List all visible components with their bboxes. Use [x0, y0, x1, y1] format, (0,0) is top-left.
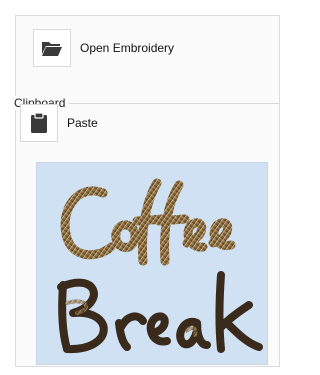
paste-button[interactable]: Paste — [20, 104, 98, 142]
open-embroidery-label: Open Embroidery — [80, 41, 175, 55]
coffee-break-artwork — [57, 178, 263, 354]
embroidery-preview — [36, 162, 268, 365]
open-embroidery-button[interactable]: Open Embroidery — [33, 29, 174, 67]
folder-icon — [33, 29, 71, 67]
paste-label: Paste — [67, 116, 98, 130]
clipboard-paste-icon — [20, 104, 58, 142]
